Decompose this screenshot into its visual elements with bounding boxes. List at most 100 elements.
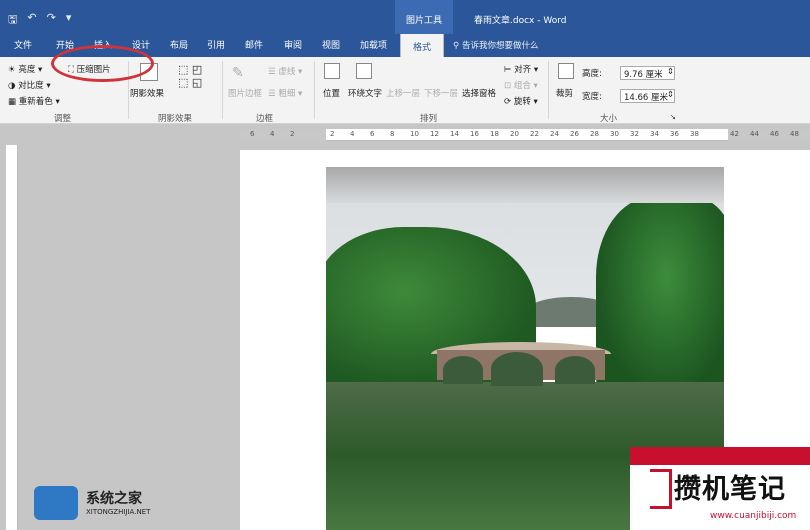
group-objects-label: 组合: [513, 81, 531, 91]
width-label: 宽度:: [582, 92, 602, 102]
watermark-red-bar: [630, 447, 810, 465]
send-backward-button[interactable]: 下移一层: [424, 87, 458, 99]
tell-me-search[interactable]: ⚲ 告诉我你想要做什么: [453, 39, 538, 51]
ruler-tick-label: 4: [350, 130, 355, 138]
wrap-text-button[interactable]: 环绕文字: [348, 87, 382, 99]
align-label: 对齐: [514, 65, 532, 75]
picture-tools-context: 图片工具: [395, 0, 453, 34]
undo-icon[interactable]: ↶: [27, 11, 36, 30]
width-spinner[interactable]: ⇕: [667, 90, 674, 100]
weight-button[interactable]: ☰ 粗细 ▾: [268, 87, 302, 99]
watermark-logo-left: 系统之家 XITONGZHIJIA.NET: [8, 486, 168, 526]
ruler-tick-label: 22: [530, 130, 539, 138]
divider: [548, 61, 549, 119]
tab-view[interactable]: 视图: [322, 38, 340, 51]
ruler-tick-label: 8: [390, 130, 395, 138]
bridge-arch: [443, 356, 483, 384]
tab-addins[interactable]: 加载项: [360, 38, 387, 51]
size-dialog-launcher-icon[interactable]: ↘: [670, 113, 676, 121]
picture-border-icon[interactable]: ✎: [232, 65, 244, 81]
shadow-effect-button[interactable]: 阴影效果: [130, 87, 164, 99]
annotation-circle: [51, 45, 154, 82]
vertical-ruler[interactable]: [6, 145, 18, 530]
dash-label: 虚线: [278, 67, 296, 77]
customize-qat-icon[interactable]: ▾: [66, 11, 72, 30]
ruler-tick-label: 32: [630, 130, 639, 138]
ruler-tick-label: 30: [610, 130, 619, 138]
picture-top-strip: [326, 167, 724, 203]
divider: [314, 61, 315, 119]
tab-mailings[interactable]: 邮件: [245, 38, 263, 51]
ruler-tick-label: 34: [650, 130, 659, 138]
dash-button[interactable]: ☰ 虚线 ▾: [268, 65, 302, 77]
ruler-tick-label: 28: [590, 130, 599, 138]
document-title: 春雨文章.docx - Word: [474, 16, 567, 26]
ruler-tick-label: 16: [470, 130, 479, 138]
ruler-tick-label: 6: [250, 130, 255, 138]
tab-references[interactable]: 引用: [207, 38, 225, 51]
ruler-tick-label: 14: [450, 130, 459, 138]
watermark-right-subtitle: www.cuanjibiji.com: [710, 511, 797, 521]
crop-icon[interactable]: [558, 63, 574, 79]
align-button[interactable]: ⊨ 对齐 ▾: [504, 63, 538, 75]
redo-icon[interactable]: ↷: [47, 11, 56, 30]
divider: [222, 61, 223, 119]
house-logo-icon: [34, 486, 78, 520]
ruler-tick-label: 44: [750, 130, 759, 138]
watermark-left-subtitle: XITONGZHIJIA.NET: [86, 508, 151, 516]
ruler-tick-label: 46: [770, 130, 779, 138]
contrast-button[interactable]: ◑ 对比度 ▾: [8, 79, 51, 91]
watermark-left-title: 系统之家: [86, 491, 142, 507]
quick-access-toolbar: 🖫 ↶ ↷ ▾: [8, 11, 71, 30]
tell-me-text: 告诉我你想要做什么: [461, 41, 539, 51]
tab-review[interactable]: 审阅: [284, 38, 302, 51]
rotate-button[interactable]: ⟳ 旋转 ▾: [504, 95, 538, 107]
ruler-tick-label: 18: [490, 130, 499, 138]
group-objects-button[interactable]: ⊡ 组合 ▾: [504, 79, 538, 91]
height-spinner[interactable]: ⇕: [667, 67, 674, 77]
brightness-button[interactable]: ☀ 亮度 ▾: [8, 63, 42, 75]
group-size: 大小: [600, 114, 618, 124]
ruler-tick-label: 12: [430, 130, 439, 138]
bridge-arch: [555, 356, 595, 384]
ruler-tick-label: 6: [370, 130, 375, 138]
ruler-tick-label: 2: [330, 130, 335, 138]
tab-format[interactable]: 格式: [400, 34, 445, 57]
ruler-tick-label: 26: [570, 130, 579, 138]
contrast-label: 对比度: [18, 81, 44, 91]
crop-button[interactable]: 裁剪: [556, 87, 573, 99]
recolor-button[interactable]: ▦ 重新着色 ▾: [8, 95, 60, 107]
selection-pane-button[interactable]: 选择窗格: [462, 87, 496, 99]
ruler-tick-label: 24: [550, 130, 559, 138]
shadow-nudge-icons[interactable]: ⬚ ◰ ⬚ ◱: [178, 63, 202, 89]
group-adjust: 调整: [54, 114, 72, 124]
group-shadow: 阴影效果: [158, 114, 193, 124]
picture-border-button[interactable]: 图片边框: [228, 87, 262, 99]
group-border: 边框: [256, 114, 274, 124]
save-icon[interactable]: 🖫: [8, 11, 17, 30]
ruler-tick-label: 4: [270, 130, 275, 138]
picture-bridge: [431, 342, 611, 392]
recolor-label: 重新着色: [18, 97, 53, 107]
watermark-right-title: 攒机笔记: [674, 474, 786, 505]
height-label: 高度:: [582, 69, 602, 79]
ruler-tick-label: 36: [670, 130, 679, 138]
rotate-label: 旋转: [513, 97, 531, 107]
group-arrange: 排列: [420, 114, 438, 124]
picture-trees-right: [596, 197, 724, 397]
bridge-arch: [491, 352, 543, 386]
tab-layout[interactable]: 布局: [170, 38, 188, 51]
brightness-label: 亮度: [18, 65, 36, 75]
ruler-tick-label: 38: [690, 130, 699, 138]
wrap-text-icon[interactable]: [356, 63, 372, 79]
ruler-tick-label: 20: [510, 130, 519, 138]
weight-label: 粗细: [278, 89, 296, 99]
horizontal-ruler[interactable]: 6 4 2 2 4 6 8 10 12 14 16 18 20 22 24 26 28 30 32 34 36 38 42 4…: [240, 129, 810, 141]
position-button[interactable]: 位置: [323, 87, 340, 99]
watermark-bracket-icon: [650, 469, 672, 509]
position-icon[interactable]: [324, 63, 340, 79]
title-bar: 🖫 ↶ ↷ ▾ 图片工具 春雨文章.docx - Word: [0, 0, 810, 34]
ruler-tick-label: 2: [290, 130, 295, 138]
tab-file[interactable]: 文件: [14, 38, 32, 51]
bring-forward-button[interactable]: 上移一层: [386, 87, 420, 99]
